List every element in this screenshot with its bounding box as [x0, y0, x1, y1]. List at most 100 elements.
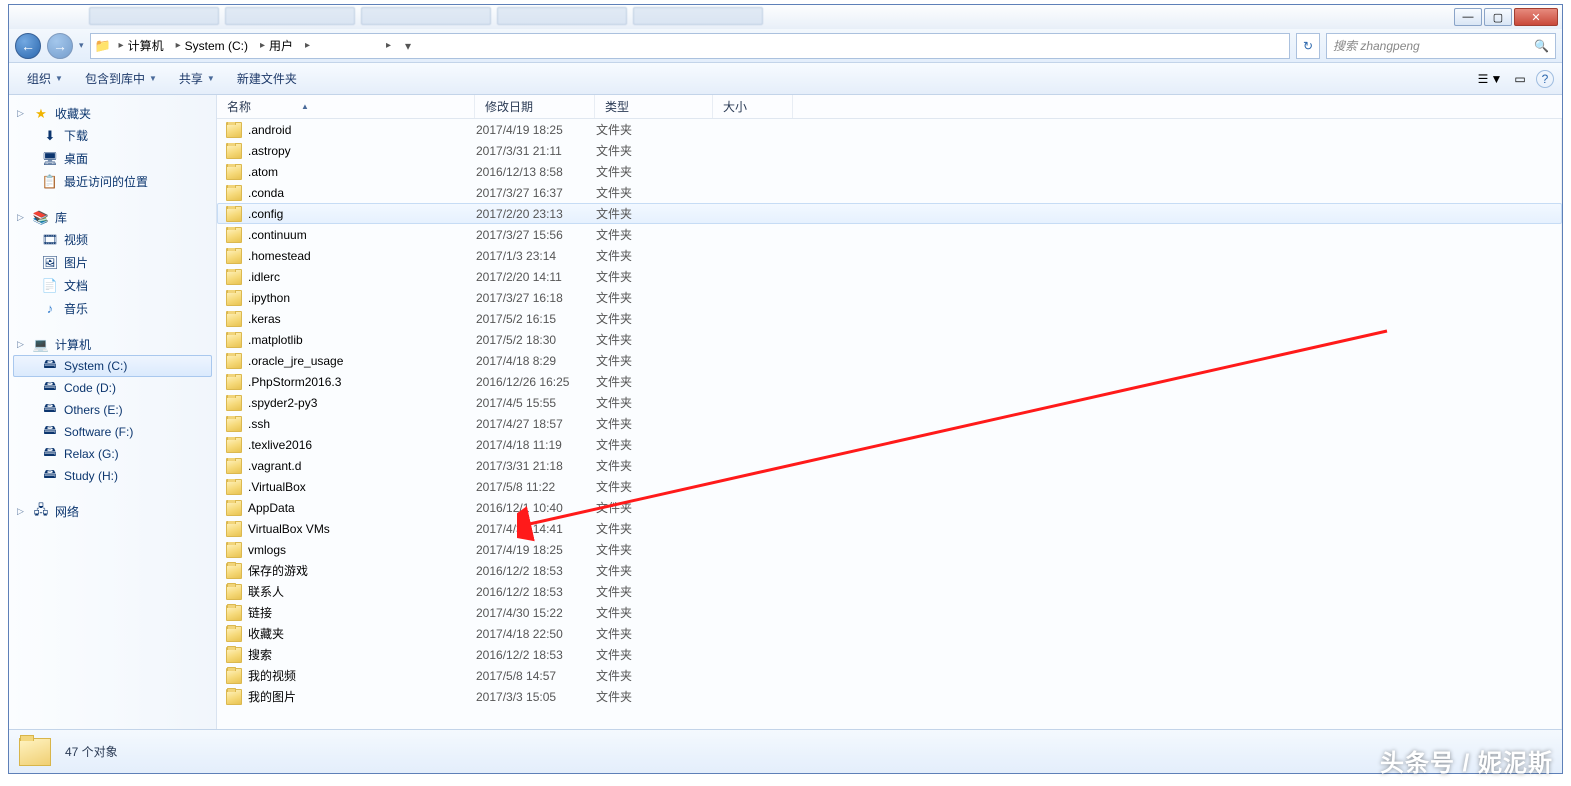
file-type: 文件夹: [596, 646, 714, 663]
file-name: .PhpStorm2016.3: [248, 375, 341, 389]
refresh-button[interactable]: ↻: [1296, 33, 1320, 59]
file-name: .conda: [248, 186, 284, 200]
sidebar-item-drive-g[interactable]: 🖴Relax (G:): [13, 443, 212, 465]
library-icon: 📚: [33, 210, 49, 226]
drive-icon: 🖴: [42, 380, 58, 396]
search-placeholder: 搜索 zhangpeng: [1333, 37, 1420, 54]
breadcrumb-segment[interactable]: ▸: [382, 34, 395, 58]
address-dropdown[interactable]: ▾: [399, 39, 417, 53]
file-row[interactable]: .android2017/4/19 18:25文件夹: [217, 119, 1562, 140]
computer-icon: 💻: [33, 337, 49, 353]
help-button[interactable]: ?: [1536, 70, 1554, 88]
file-row[interactable]: .PhpStorm2016.32016/12/26 16:25文件夹: [217, 371, 1562, 392]
file-row[interactable]: .VirtualBox2017/5/8 11:22文件夹: [217, 476, 1562, 497]
drive-icon: 🖴: [42, 358, 58, 374]
column-size[interactable]: 大小: [713, 95, 793, 118]
drive-icon: 🖴: [42, 402, 58, 418]
column-name[interactable]: 名称▲: [217, 95, 475, 118]
file-date: 2016/12/26 16:25: [476, 375, 596, 389]
file-date: 2017/1/3 23:14: [476, 249, 596, 263]
file-row[interactable]: .ssh2017/4/27 18:57文件夹: [217, 413, 1562, 434]
file-row[interactable]: AppData2016/12/1 10:40文件夹: [217, 497, 1562, 518]
new-folder-button[interactable]: 新建文件夹: [227, 66, 307, 91]
file-type: 文件夹: [596, 478, 714, 495]
close-button[interactable]: ✕: [1514, 8, 1558, 26]
favorites-group[interactable]: ▷★收藏夹: [13, 103, 212, 124]
file-list[interactable]: .android2017/4/19 18:25文件夹.astropy2017/3…: [217, 119, 1562, 729]
file-date: 2017/4/30 15:22: [476, 606, 596, 620]
sidebar-item-drive-e[interactable]: 🖴Others (E:): [13, 399, 212, 421]
file-row[interactable]: 我的图片2017/3/3 15:05文件夹: [217, 686, 1562, 707]
sidebar-item-recent[interactable]: 📋最近访问的位置: [13, 170, 212, 193]
organize-button[interactable]: 组织▼: [17, 66, 73, 91]
history-dropdown[interactable]: ▾: [79, 40, 84, 51]
maximize-button[interactable]: ▢: [1484, 8, 1512, 26]
file-row[interactable]: .atom2016/12/13 8:58文件夹: [217, 161, 1562, 182]
navigation-bar: ← → ▾ 📁 ▸计算机 ▸System (C:) ▸用户 ▸ ▸ ▾ ↻ 搜索…: [9, 29, 1562, 63]
file-date: 2017/3/31 21:18: [476, 459, 596, 473]
file-row[interactable]: .ipython2017/3/27 16:18文件夹: [217, 287, 1562, 308]
file-row[interactable]: 联系人2016/12/2 18:53文件夹: [217, 581, 1562, 602]
minimize-button[interactable]: —: [1454, 8, 1482, 26]
file-name: 收藏夹: [248, 625, 284, 642]
sidebar-item-drive-d[interactable]: 🖴Code (D:): [13, 377, 212, 399]
file-row[interactable]: 保存的游戏2016/12/2 18:53文件夹: [217, 560, 1562, 581]
sidebar-item-pictures[interactable]: 🖼图片: [13, 251, 212, 274]
file-date: 2016/12/1 10:40: [476, 501, 596, 515]
file-row[interactable]: .conda2017/3/27 16:37文件夹: [217, 182, 1562, 203]
folder-icon: [226, 500, 242, 516]
sidebar-item-documents[interactable]: 📄文档: [13, 274, 212, 297]
file-row[interactable]: 搜索2016/12/2 18:53文件夹: [217, 644, 1562, 665]
file-row[interactable]: .config2017/2/20 23:13文件夹: [217, 203, 1562, 224]
file-row[interactable]: .matplotlib2017/5/2 18:30文件夹: [217, 329, 1562, 350]
file-row[interactable]: VirtualBox VMs2017/4/30 14:41文件夹: [217, 518, 1562, 539]
file-name: VirtualBox VMs: [248, 522, 330, 536]
sidebar-item-videos[interactable]: 🎞视频: [13, 228, 212, 251]
file-type: 文件夹: [596, 562, 714, 579]
sidebar-item-drive-h[interactable]: 🖴Study (H:): [13, 465, 212, 487]
file-row[interactable]: .homestead2017/1/3 23:14文件夹: [217, 245, 1562, 266]
network-group[interactable]: ▷🖧网络: [13, 501, 212, 522]
search-icon[interactable]: 🔍: [1534, 39, 1549, 53]
breadcrumb-segment[interactable]: ▸用户: [256, 34, 297, 58]
sidebar-item-drive-f[interactable]: 🖴Software (F:): [13, 421, 212, 443]
sidebar-item-desktop[interactable]: 🖥桌面: [13, 147, 212, 170]
file-row[interactable]: .continuum2017/3/27 15:56文件夹: [217, 224, 1562, 245]
libraries-group[interactable]: ▷📚库: [13, 207, 212, 228]
file-type: 文件夹: [596, 352, 714, 369]
breadcrumb-segment[interactable]: ▸: [301, 34, 378, 58]
drive-icon: 🖴: [42, 468, 58, 484]
share-button[interactable]: 共享▼: [169, 66, 225, 91]
column-type[interactable]: 类型: [595, 95, 713, 118]
breadcrumb-segment[interactable]: ▸System (C:): [172, 34, 252, 58]
preview-pane-button[interactable]: ▭: [1506, 67, 1534, 91]
file-row[interactable]: vmlogs2017/4/19 18:25文件夹: [217, 539, 1562, 560]
file-row[interactable]: 链接2017/4/30 15:22文件夹: [217, 602, 1562, 623]
file-row[interactable]: .keras2017/5/2 16:15文件夹: [217, 308, 1562, 329]
back-button[interactable]: ←: [15, 33, 41, 59]
sidebar-item-drive-c[interactable]: 🖴System (C:): [13, 355, 212, 377]
computer-group[interactable]: ▷💻计算机: [13, 334, 212, 355]
file-type: 文件夹: [596, 688, 714, 705]
file-date: 2017/4/18 8:29: [476, 354, 596, 368]
file-row[interactable]: .vagrant.d2017/3/31 21:18文件夹: [217, 455, 1562, 476]
sidebar-item-music[interactable]: ♪音乐: [13, 297, 212, 320]
address-bar[interactable]: 📁 ▸计算机 ▸System (C:) ▸用户 ▸ ▸ ▾: [90, 33, 1290, 59]
search-input[interactable]: 搜索 zhangpeng 🔍: [1326, 33, 1556, 59]
forward-button[interactable]: →: [47, 33, 73, 59]
view-options-button[interactable]: ☰▼: [1476, 67, 1504, 91]
file-row[interactable]: 我的视频2017/5/8 14:57文件夹: [217, 665, 1562, 686]
column-date[interactable]: 修改日期: [475, 95, 595, 118]
file-row[interactable]: .oracle_jre_usage2017/4/18 8:29文件夹: [217, 350, 1562, 371]
file-row[interactable]: .idlerc2017/2/20 14:11文件夹: [217, 266, 1562, 287]
file-row[interactable]: .spyder2-py32017/4/5 15:55文件夹: [217, 392, 1562, 413]
file-type: 文件夹: [596, 457, 714, 474]
file-date: 2017/3/3 15:05: [476, 690, 596, 704]
include-in-library-button[interactable]: 包含到库中▼: [75, 66, 167, 91]
file-row[interactable]: .astropy2017/3/31 21:11文件夹: [217, 140, 1562, 161]
file-row[interactable]: .texlive20162017/4/18 11:19文件夹: [217, 434, 1562, 455]
sidebar-item-downloads[interactable]: ⬇下载: [13, 124, 212, 147]
file-row[interactable]: 收藏夹2017/4/18 22:50文件夹: [217, 623, 1562, 644]
picture-icon: 🖼: [42, 255, 58, 271]
breadcrumb-segment[interactable]: ▸计算机: [115, 34, 168, 58]
